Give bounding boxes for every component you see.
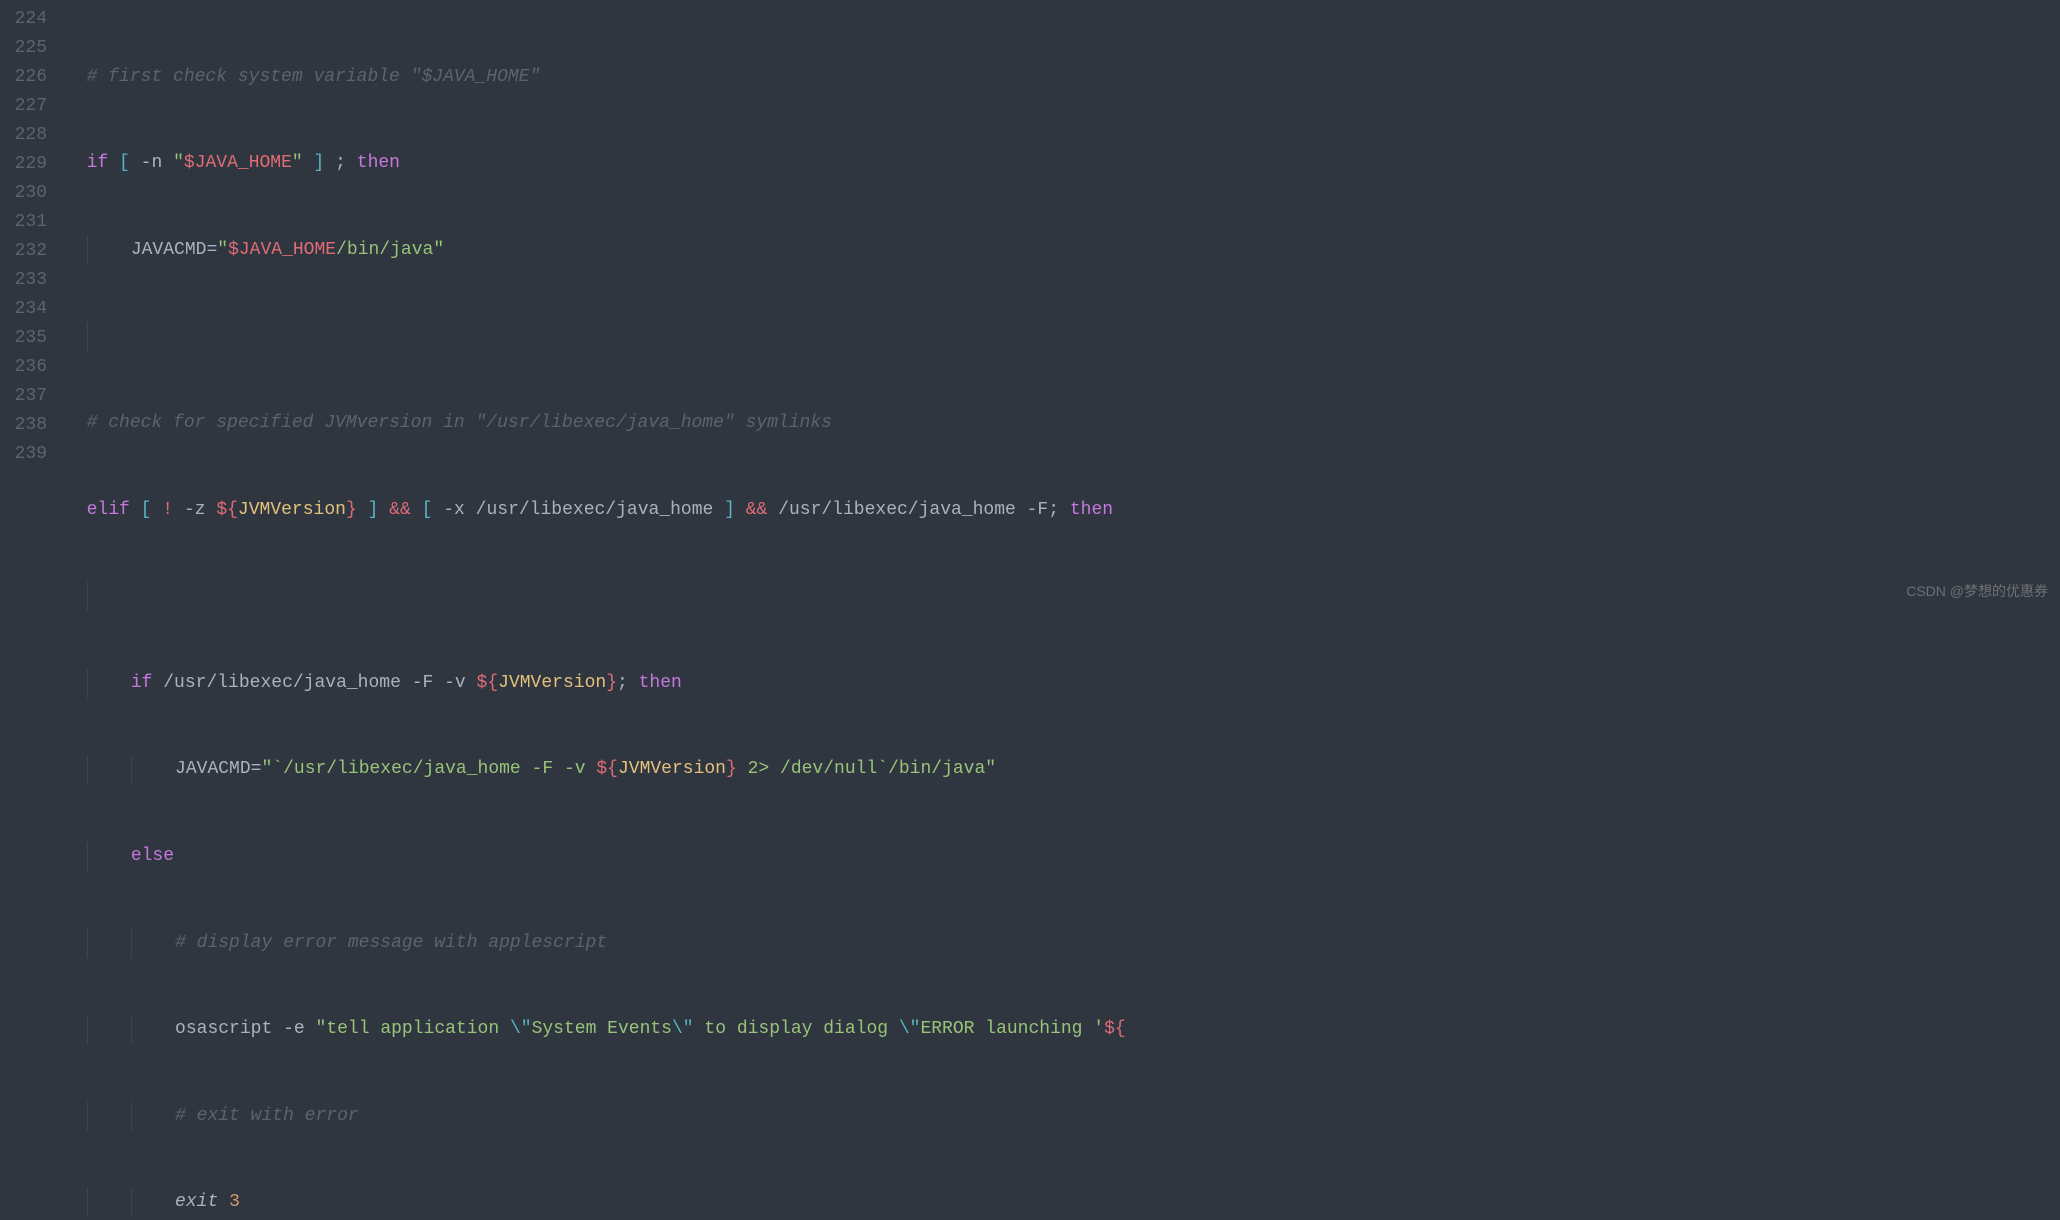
line-number: 233 <box>0 266 65 295</box>
line-number: 230 <box>0 179 65 208</box>
code-line: else <box>65 842 2060 871</box>
code-area[interactable]: # first check system variable "$JAVA_HOM… <box>65 0 2060 1220</box>
code-line: osascript -e "tell application \"System … <box>65 1015 2060 1044</box>
code-line: if [ -n "$JAVA_HOME" ] ; then <box>65 149 2060 178</box>
line-number: 237 <box>0 382 65 411</box>
code-line: elif [ ! -z ${JVMVersion} ] && [ -x /usr… <box>65 496 2060 525</box>
line-number: 238 <box>0 411 65 440</box>
code-line: JAVACMD="`/usr/libexec/java_home -F -v $… <box>65 755 2060 784</box>
code-line: exit 3 <box>65 1188 2060 1217</box>
line-number: 232 <box>0 237 65 266</box>
line-number: 225 <box>0 34 65 63</box>
line-number-gutter: 224 225 226 227 228 229 230 231 232 233 … <box>0 0 65 1220</box>
line-number: 234 <box>0 295 65 324</box>
code-line: # check for specified JVMversion in "/us… <box>65 409 2060 438</box>
line-number: 226 <box>0 63 65 92</box>
code-line <box>65 322 2060 351</box>
line-number: 224 <box>0 5 65 34</box>
code-line: # exit with error <box>65 1102 2060 1131</box>
watermark: CSDN @梦想的优惠券 <box>1906 580 2048 602</box>
line-number: 235 <box>0 324 65 353</box>
code-line: JAVACMD="$JAVA_HOME/bin/java" <box>65 236 2060 265</box>
line-number: 227 <box>0 92 65 121</box>
code-editor[interactable]: 224 225 226 227 228 229 230 231 232 233 … <box>0 0 2060 1220</box>
line-number: 229 <box>0 150 65 179</box>
line-number: 231 <box>0 208 65 237</box>
code-line: # first check system variable "$JAVA_HOM… <box>65 63 2060 92</box>
code-line <box>65 582 2060 611</box>
line-number: 228 <box>0 121 65 150</box>
code-line: if /usr/libexec/java_home -F -v ${JVMVer… <box>65 669 2060 698</box>
line-number: 239 <box>0 440 65 469</box>
line-number: 236 <box>0 353 65 382</box>
code-line: # display error message with applescript <box>65 929 2060 958</box>
